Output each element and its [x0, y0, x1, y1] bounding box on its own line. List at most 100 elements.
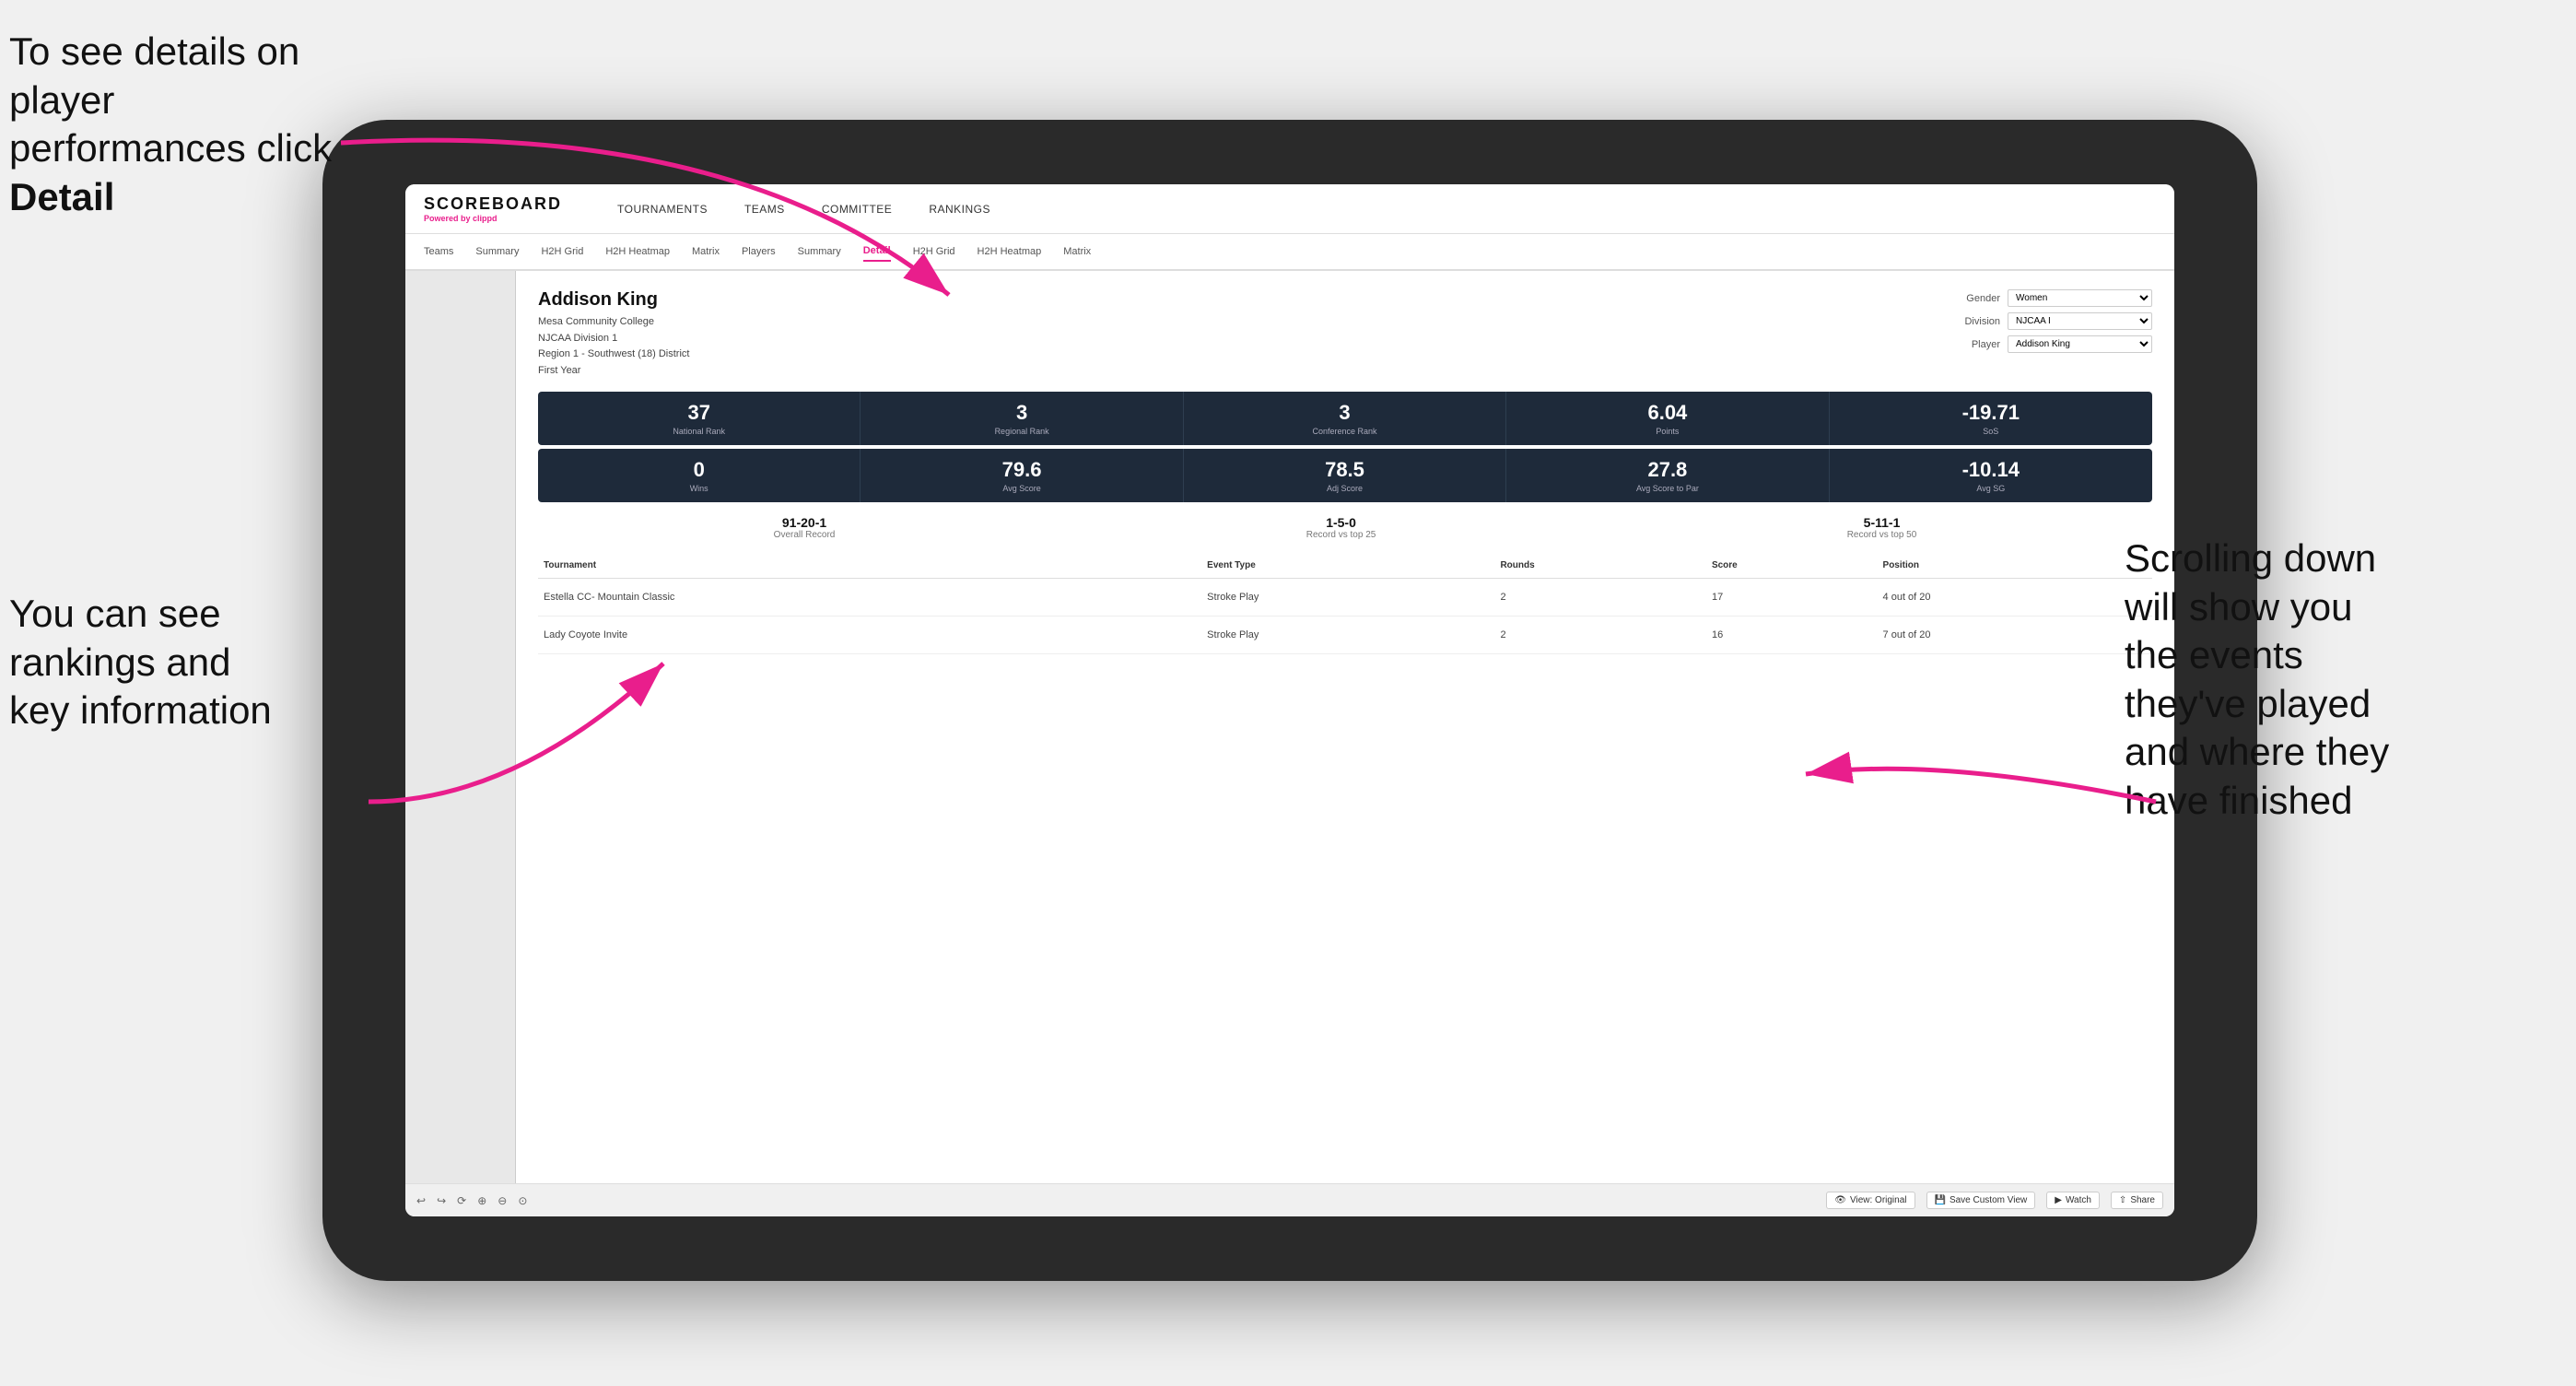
subnav-detail[interactable]: Detail [863, 241, 891, 262]
stat-points: 6.04 Points [1506, 392, 1829, 445]
row1-event-type: Stroke Play [1201, 579, 1494, 617]
stat-avg-score-value: 79.6 [868, 458, 1175, 482]
logo-scoreboard: SCOREBOARD [424, 194, 562, 214]
player-region: Region 1 - Southwest (18) District [538, 346, 689, 363]
zoom-icon[interactable]: ⊕ [477, 1194, 486, 1207]
col-position: Position [1878, 553, 2152, 579]
player-header: Addison King Mesa Community College NJCA… [538, 289, 2152, 379]
division-filter: Division NJCAA I [1950, 312, 2152, 330]
watch-button[interactable]: ▶ Watch [2046, 1192, 2100, 1209]
table-row: Lady Coyote Invite Stroke Play 2 16 7 ou… [538, 617, 2152, 654]
gender-select[interactable]: Women [2008, 289, 2152, 307]
stat-conference-rank-value: 3 [1191, 401, 1498, 425]
player-select[interactable]: Addison King [2008, 335, 2152, 353]
subnav-h2h-grid2[interactable]: H2H Grid [913, 242, 955, 261]
row1-tournament: Estella CC- Mountain Classic [538, 579, 1201, 617]
stat-adj-score-value: 78.5 [1191, 458, 1498, 482]
clock-icon[interactable]: ⊙ [518, 1194, 527, 1207]
stat-regional-rank-label: Regional Rank [868, 427, 1175, 436]
record-overall-value: 91-20-1 [774, 515, 836, 530]
main-content: Addison King Mesa Community College NJCA… [405, 271, 2174, 1183]
tablet-screen: SCOREBOARD Powered by clippd TOURNAMENTS… [405, 184, 2174, 1216]
stat-regional-rank: 3 Regional Rank [861, 392, 1183, 445]
stat-wins-value: 0 [545, 458, 852, 482]
record-top25-label: Record vs top 25 [1306, 530, 1376, 540]
watch-icon: ▶ [2055, 1195, 2062, 1205]
stat-points-label: Points [1514, 427, 1821, 436]
record-top25-value: 1-5-0 [1306, 515, 1376, 530]
player-year: First Year [538, 363, 689, 380]
nav-teams[interactable]: TEAMS [744, 199, 785, 219]
stat-avg-score-par-label: Avg Score to Par [1514, 484, 1821, 493]
subnav-matrix[interactable]: Matrix [692, 242, 720, 261]
refresh-icon[interactable]: ⟳ [457, 1194, 466, 1207]
col-event-type: Event Type [1201, 553, 1494, 579]
watch-label: Watch [2066, 1195, 2091, 1205]
row2-event-type: Stroke Play [1201, 617, 1494, 654]
subnav-h2h-grid[interactable]: H2H Grid [541, 242, 583, 261]
annotation-right: Scrolling downwill show youthe eventsthe… [2125, 534, 2567, 825]
stat-national-rank-value: 37 [545, 401, 852, 425]
stat-avg-score-label: Avg Score [868, 484, 1175, 493]
player-filters: Gender Women Division NJCAA I [1950, 289, 2152, 353]
redo-icon[interactable]: ↪ [437, 1194, 446, 1207]
save-custom-view-label: Save Custom View [1950, 1195, 2027, 1205]
stat-points-value: 6.04 [1514, 401, 1821, 425]
sidebar [405, 271, 516, 1183]
record-top50-label: Record vs top 50 [1847, 530, 1917, 540]
annotation-bottom-left: You can seerankings andkey information [9, 590, 359, 735]
annotation-bottom-left-text: You can seerankings andkey information [9, 592, 272, 732]
stat-national-rank: 37 National Rank [538, 392, 861, 445]
player-label: Player [1950, 339, 2000, 350]
subnav-summary[interactable]: Summary [475, 242, 519, 261]
events-table: Tournament Event Type Rounds Score Posit… [538, 553, 2152, 654]
sub-nav: Teams Summary H2H Grid H2H Heatmap Matri… [405, 234, 2174, 271]
nav-rankings[interactable]: RANKINGS [929, 199, 990, 219]
record-top50-value: 5-11-1 [1847, 515, 1917, 530]
top-nav: SCOREBOARD Powered by clippd TOURNAMENTS… [405, 184, 2174, 234]
row2-position: 7 out of 20 [1878, 617, 2152, 654]
record-top50: 5-11-1 Record vs top 50 [1847, 515, 1917, 540]
subnav-matrix2[interactable]: Matrix [1063, 242, 1091, 261]
share-button[interactable]: ⇧ Share [2111, 1192, 2163, 1209]
stats-row1: 37 National Rank 3 Regional Rank 3 Confe… [538, 392, 2152, 445]
record-overall-label: Overall Record [774, 530, 836, 540]
stats-row2: 0 Wins 79.6 Avg Score 78.5 Adj Score 27.… [538, 449, 2152, 502]
nav-tournaments[interactable]: TOURNAMENTS [617, 199, 708, 219]
undo-icon[interactable]: ↩ [416, 1194, 426, 1207]
row1-score: 17 [1706, 579, 1878, 617]
eye-icon: 👁 [1834, 1195, 1846, 1205]
subnav-h2h-heatmap2[interactable]: H2H Heatmap [978, 242, 1042, 261]
stat-adj-score-label: Adj Score [1191, 484, 1498, 493]
stat-sos-label: SoS [1837, 427, 2145, 436]
save-custom-view-button[interactable]: 💾 Save Custom View [1926, 1192, 2036, 1209]
logo-powered: Powered by clippd [424, 214, 562, 223]
subnav-players[interactable]: Players [742, 242, 776, 261]
bottom-toolbar: ↩ ↪ ⟳ ⊕ ⊖ ⊙ 👁 View: Original 💾 Save Cust… [405, 1183, 2174, 1216]
share-label: Share [2130, 1195, 2155, 1205]
subnav-h2h-heatmap[interactable]: H2H Heatmap [605, 242, 670, 261]
gender-filter: Gender Women [1950, 289, 2152, 307]
subnav-teams[interactable]: Teams [424, 242, 453, 261]
share-icon: ⇧ [2119, 1195, 2126, 1205]
stat-avg-sg-value: -10.14 [1837, 458, 2145, 482]
col-rounds: Rounds [1494, 553, 1706, 579]
player-filter: Player Addison King [1950, 335, 2152, 353]
view-original-button[interactable]: 👁 View: Original [1826, 1192, 1914, 1209]
row2-tournament: Lady Coyote Invite [538, 617, 1201, 654]
division-select[interactable]: NJCAA I [2008, 312, 2152, 330]
logo-area: SCOREBOARD Powered by clippd [424, 194, 562, 223]
stat-regional-rank-value: 3 [868, 401, 1175, 425]
annotation-top-left: To see details on player performances cl… [9, 28, 350, 221]
nav-committee[interactable]: COMMITTEE [822, 199, 893, 219]
player-info: Addison King Mesa Community College NJCA… [538, 289, 689, 379]
stat-sos: -19.71 SoS [1830, 392, 2152, 445]
detail-panel: Addison King Mesa Community College NJCA… [516, 271, 2174, 1183]
stat-wins: 0 Wins [538, 449, 861, 502]
col-tournament: Tournament [538, 553, 1201, 579]
minus-icon[interactable]: ⊖ [498, 1194, 507, 1207]
subnav-summary2[interactable]: Summary [798, 242, 841, 261]
stat-avg-sg-label: Avg SG [1837, 484, 2145, 493]
save-icon: 💾 [1935, 1195, 1946, 1205]
row2-score: 16 [1706, 617, 1878, 654]
